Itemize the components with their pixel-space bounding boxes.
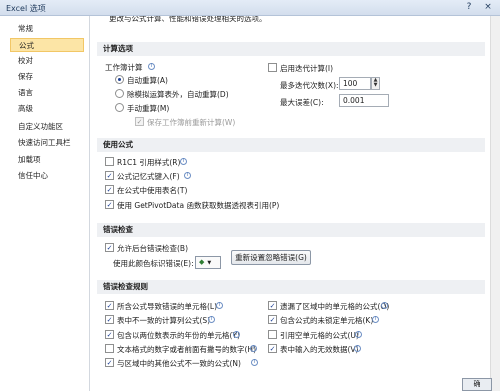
vertical-scrollbar[interactable] bbox=[490, 16, 500, 391]
info-icon: i bbox=[184, 172, 191, 179]
ok-button[interactable]: 确 bbox=[462, 378, 492, 391]
sidebar-item-proofing[interactable]: 校对 bbox=[10, 54, 84, 68]
formulas-panel: 更改与公式计算、性能和错误处理相关的选项。 计算选项 工作簿计算 i 自动重算(… bbox=[91, 16, 500, 391]
rule-checkbox[interactable] bbox=[268, 301, 277, 310]
rule-checkbox[interactable] bbox=[105, 315, 114, 324]
sidebar-item-language[interactable]: 语言 bbox=[10, 86, 84, 100]
checkbox-r1c1[interactable] bbox=[105, 157, 114, 166]
info-icon: i bbox=[180, 158, 187, 165]
rule-label: 遗漏了区域中的单元格的公式(O) bbox=[280, 302, 390, 311]
radio-auto-calc-label: 自动重算(A) bbox=[127, 76, 168, 85]
window-title: Excel 选项 bbox=[6, 4, 46, 13]
section-calc-options: 计算选项 bbox=[97, 42, 485, 56]
section-error-checking-rules: 错误检查规则 bbox=[97, 280, 485, 294]
info-icon: i bbox=[355, 331, 362, 338]
sidebar-item-general[interactable]: 常规 bbox=[10, 22, 84, 36]
rule-label: 表中输入的无效数据(V) bbox=[280, 345, 359, 354]
checkbox-getpivotdata-label: 使用 GetPivotData 函数获取数据透视表引用(P) bbox=[117, 201, 280, 210]
info-icon: i bbox=[251, 359, 258, 366]
info-icon: i bbox=[216, 302, 223, 309]
max-iterations-input[interactable]: 100 bbox=[339, 77, 371, 90]
rule-checkbox[interactable] bbox=[105, 301, 114, 310]
radio-manual-calc-label: 手动重算(M) bbox=[127, 104, 170, 113]
options-sidebar: 常规 公式 校对 保存 语言 高级 自定义功能区 快速访问工具栏 加载项 信任中… bbox=[0, 16, 90, 391]
sidebar-item-formulas[interactable]: 公式 bbox=[10, 38, 84, 52]
rule-label: 与区域中的其他公式不一致的公式(N) bbox=[117, 359, 241, 368]
checkbox-table-names[interactable] bbox=[105, 185, 114, 194]
rule-label: 文本格式的数字或者前面有撇号的数字(H) bbox=[117, 345, 256, 354]
workbook-calc-label: 工作簿计算 bbox=[105, 63, 143, 72]
sidebar-item-addins[interactable]: 加载项 bbox=[10, 153, 84, 167]
rule-checkbox[interactable] bbox=[268, 315, 277, 324]
radio-manual-calc[interactable] bbox=[115, 103, 124, 112]
info-icon: i bbox=[148, 63, 155, 70]
checkbox-formula-autocomplete[interactable] bbox=[105, 171, 114, 180]
sidebar-item-customize-ribbon[interactable]: 自定义功能区 bbox=[10, 120, 84, 134]
sidebar-item-save[interactable]: 保存 bbox=[10, 70, 84, 84]
rule-label: 包含以两位数表示的年份的单元格(Y) bbox=[117, 331, 240, 340]
error-color-picker[interactable]: ◆ ▼ bbox=[195, 256, 221, 269]
checkbox-recalc-before-save-label: 保存工作簿前重新计算(W) bbox=[147, 118, 236, 127]
checkbox-background-error-checking-label: 允许后台错误检查(B) bbox=[117, 244, 188, 253]
info-icon: i bbox=[208, 316, 215, 323]
max-change-label: 最大误差(C): bbox=[280, 98, 324, 107]
error-color-label: 使用此颜色标识错误(E): bbox=[113, 259, 194, 268]
checkbox-getpivotdata[interactable] bbox=[105, 200, 114, 209]
sidebar-item-trust-center[interactable]: 信任中心 bbox=[10, 169, 84, 183]
max-iterations-label: 最多迭代次数(X): bbox=[280, 81, 339, 90]
checkbox-iterative-calc-label: 启用迭代计算(I) bbox=[280, 64, 334, 73]
checkbox-iterative-calc[interactable] bbox=[268, 63, 277, 72]
section-error-checking: 错误检查 bbox=[97, 223, 485, 237]
rule-label: 所含公式导致错误的单元格(L) bbox=[117, 302, 218, 311]
rule-checkbox[interactable] bbox=[268, 330, 277, 339]
rule-label: 包含公式的未锁定单元格(K) bbox=[280, 316, 374, 325]
rule-checkbox[interactable] bbox=[268, 344, 277, 353]
checkbox-recalc-before-save[interactable] bbox=[135, 117, 144, 126]
checkbox-background-error-checking[interactable] bbox=[105, 243, 114, 252]
sidebar-item-quick-access[interactable]: 快速访问工具栏 bbox=[10, 136, 84, 150]
paint-bucket-icon: ◆ bbox=[199, 258, 205, 266]
close-icon[interactable]: × bbox=[481, 2, 495, 13]
info-icon: i bbox=[372, 316, 379, 323]
panel-description: 更改与公式计算、性能和错误处理相关的选项。 bbox=[109, 16, 267, 23]
help-icon[interactable]: ? bbox=[462, 2, 476, 13]
rule-checkbox[interactable] bbox=[105, 330, 114, 339]
checkbox-table-names-label: 在公式中使用表名(T) bbox=[117, 186, 188, 195]
rule-label: 引用空单元格的公式(U) bbox=[280, 331, 359, 340]
rule-label: 表中不一致的计算列公式(S) bbox=[117, 316, 211, 325]
rule-checkbox[interactable] bbox=[105, 344, 114, 353]
title-bar: Excel 选项 ? × bbox=[0, 0, 500, 16]
max-change-input[interactable]: 0.001 bbox=[339, 94, 389, 107]
info-icon: i bbox=[233, 331, 240, 338]
checkbox-formula-autocomplete-label: 公式记忆式键入(F) bbox=[117, 172, 180, 181]
rule-checkbox[interactable] bbox=[105, 358, 114, 367]
section-working-with-formulas: 使用公式 bbox=[97, 138, 485, 152]
info-icon: i bbox=[250, 345, 257, 352]
checkbox-r1c1-label: R1C1 引用样式(R) bbox=[117, 158, 181, 167]
radio-auto-except-tables[interactable] bbox=[115, 89, 124, 98]
radio-auto-except-tables-label: 除模拟运算表外，自动重算(D) bbox=[127, 90, 229, 99]
radio-auto-calc[interactable] bbox=[115, 75, 124, 84]
info-icon: i bbox=[354, 345, 361, 352]
chevron-down-icon: ▼ bbox=[207, 260, 212, 266]
info-icon: i bbox=[381, 302, 388, 309]
sidebar-item-advanced[interactable]: 高级 bbox=[10, 102, 84, 116]
reset-ignored-errors-button[interactable]: 重新设置忽略错误(G) bbox=[231, 250, 311, 265]
max-iterations-spinner[interactable]: ▲ ▼ bbox=[371, 77, 380, 90]
